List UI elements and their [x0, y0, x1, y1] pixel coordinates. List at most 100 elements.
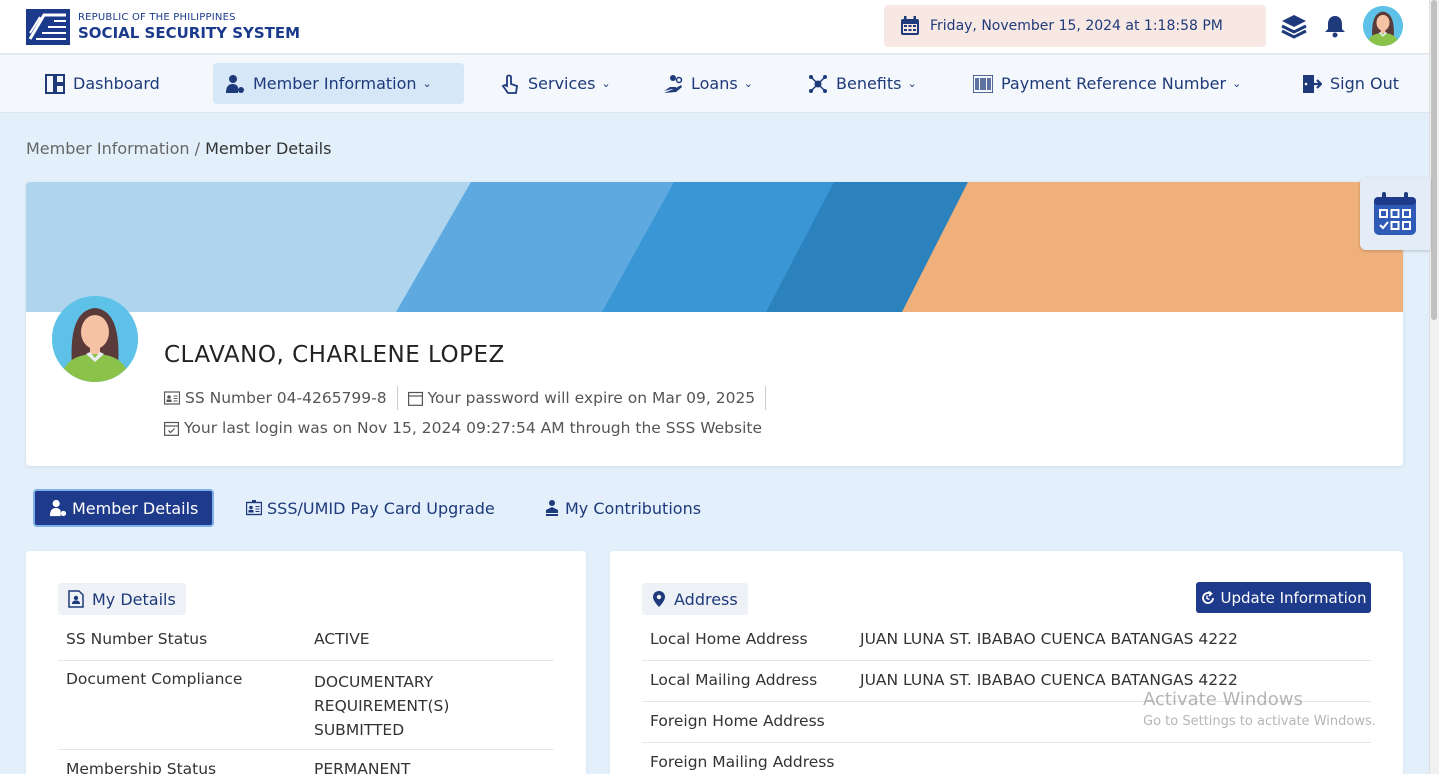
- nav-payment-reference-number[interactable]: Payment Reference Number ⌄: [961, 63, 1253, 104]
- nav-member-information[interactable]: Member Information ⌄: [213, 63, 464, 104]
- windows-activation-watermark: Activate Windows Go to Settings to activ…: [1143, 689, 1376, 729]
- address-label: Local Home Address: [650, 630, 808, 648]
- avatar-icon: [52, 296, 138, 382]
- layers-icon: [1281, 15, 1307, 39]
- main-nav: Dashboard Member Information ⌄ Services …: [0, 55, 1429, 113]
- contributions-icon: [546, 500, 558, 516]
- detail-row: SS Number Status ACTIVE: [58, 620, 554, 661]
- top-header: REPUBLIC OF THE PHILIPPINES SOCIAL SECUR…: [0, 0, 1429, 54]
- chevron-down-icon: ⌄: [907, 77, 917, 90]
- nav-member-information-label: Member Information: [253, 74, 417, 93]
- detail-value: PERMANENT: [314, 760, 411, 774]
- watermark-line2: Go to Settings to activate Windows.: [1143, 714, 1376, 729]
- refresh-icon: [1201, 590, 1214, 604]
- member-icon: [226, 74, 244, 93]
- calendar-check-icon: [164, 421, 179, 436]
- avatar-icon: [1363, 6, 1403, 46]
- calendar-widget-button[interactable]: [1360, 178, 1430, 250]
- address-label: Foreign Mailing Address: [650, 753, 835, 771]
- breadcrumb-parent[interactable]: Member Information: [26, 139, 190, 158]
- tab-contributions-label: My Contributions: [565, 498, 702, 518]
- member-icon: [49, 499, 67, 517]
- nav-dashboard-label: Dashboard: [73, 74, 160, 93]
- address-value: JUAN LUNA ST. IBABAO CUENCA BATANGAS 422…: [860, 630, 1238, 648]
- address-label: Local Mailing Address: [650, 671, 818, 689]
- password-expiry: Your password will expire on Mar 09, 202…: [427, 389, 756, 407]
- nav-sign-out[interactable]: Sign Out: [1290, 63, 1411, 104]
- document-icon: [68, 590, 84, 608]
- services-icon: [501, 74, 518, 94]
- detail-row: Document Compliance DOCUMENTARY REQUIREM…: [58, 661, 554, 750]
- logo-line2: SOCIAL SECURITY SYSTEM: [78, 24, 301, 42]
- sign-out-icon: [1303, 74, 1322, 93]
- nav-loans[interactable]: Loans ⌄: [651, 63, 765, 104]
- profile-meta-row1: SS Number 04-4265799-8 Your password wil…: [164, 386, 776, 410]
- nav-benefits[interactable]: Benefits ⌄: [796, 63, 929, 104]
- detail-value: ACTIVE: [314, 630, 370, 648]
- detail-label: Document Compliance: [66, 670, 243, 688]
- tab-my-contributions[interactable]: My Contributions: [530, 489, 715, 527]
- nav-services[interactable]: Services ⌄: [488, 63, 623, 104]
- benefits-icon: [809, 74, 827, 93]
- nav-sign-out-label: Sign Out: [1330, 74, 1399, 93]
- datetime-text: Friday, November 15, 2024 at 1:18:58 PM: [930, 18, 1223, 34]
- address-title: Address: [642, 583, 748, 615]
- update-information-label: Update Information: [1220, 588, 1367, 607]
- breadcrumb: Member Information / Member Details: [26, 139, 331, 158]
- tab-member-details-label: Member Details: [72, 498, 199, 518]
- calendar-icon: [901, 16, 919, 35]
- profile-card: CLAVANO, CHARLENE LOPEZ SS Number 04-426…: [26, 182, 1403, 466]
- member-name: CLAVANO, CHARLENE LOPEZ: [164, 342, 505, 368]
- sss-logo-icon: [26, 9, 70, 45]
- nav-dashboard[interactable]: Dashboard: [33, 63, 172, 104]
- detail-value: DOCUMENTARY REQUIREMENT(S) SUBMITTED: [314, 673, 450, 739]
- nav-services-label: Services: [528, 74, 596, 93]
- nav-prn-label: Payment Reference Number: [1001, 74, 1227, 93]
- location-pin-icon: [653, 591, 665, 607]
- layers-button[interactable]: [1280, 12, 1308, 40]
- calendar-icon: [1374, 192, 1416, 235]
- breadcrumb-current: Member Details: [205, 139, 332, 158]
- address-row: Local Home Address JUAN LUNA ST. IBABAO …: [642, 620, 1371, 661]
- watermark-line1: Activate Windows: [1143, 689, 1303, 710]
- my-details-title-label: My Details: [92, 589, 176, 609]
- profile-meta-row2: Your last login was on Nov 15, 2024 09:2…: [164, 419, 762, 437]
- chevron-down-icon: ⌄: [743, 77, 753, 90]
- ss-number: SS Number 04-4265799-8: [185, 389, 387, 407]
- address-title-label: Address: [674, 589, 738, 609]
- user-avatar[interactable]: [1363, 6, 1403, 46]
- tab-member-details[interactable]: Member Details: [33, 489, 215, 527]
- scrollbar-thumb[interactable]: [1431, 0, 1437, 320]
- nav-loans-label: Loans: [691, 74, 738, 93]
- last-login: Your last login was on Nov 15, 2024 09:2…: [184, 419, 762, 437]
- calendar-icon: [407, 391, 423, 406]
- id-card-icon: [246, 500, 262, 516]
- detail-label: SS Number Status: [66, 630, 208, 648]
- my-details-title: My Details: [58, 583, 186, 615]
- sss-logo[interactable]: REPUBLIC OF THE PHILIPPINES SOCIAL SECUR…: [26, 9, 300, 45]
- detail-row: Membership Status PERMANENT: [58, 750, 554, 774]
- logo-line1: REPUBLIC OF THE PHILIPPINES: [78, 12, 236, 23]
- tab-paycard-label: SSS/UMID Pay Card Upgrade: [267, 498, 495, 518]
- divider: [765, 386, 767, 410]
- profile-banner: [26, 182, 1403, 312]
- profile-avatar: [52, 296, 138, 382]
- detail-label: Membership Status: [66, 760, 217, 774]
- nav-benefits-label: Benefits: [836, 74, 902, 93]
- divider: [396, 386, 398, 410]
- breadcrumb-separator: /: [189, 139, 206, 158]
- address-label: Foreign Home Address: [650, 712, 825, 730]
- chevron-down-icon: ⌄: [601, 77, 611, 90]
- chevron-down-icon: ⌄: [422, 77, 432, 90]
- bell-icon: [1325, 16, 1345, 38]
- my-details-card: My Details SS Number Status ACTIVE Docum…: [26, 551, 586, 774]
- address-row: Foreign Mailing Address: [642, 743, 1371, 774]
- tab-paycard-upgrade[interactable]: SSS/UMID Pay Card Upgrade: [232, 489, 509, 527]
- id-card-icon: [164, 391, 180, 405]
- dashboard-icon: [45, 73, 65, 94]
- notifications-button[interactable]: [1321, 12, 1349, 40]
- barcode-icon: [973, 74, 993, 93]
- loans-icon: [664, 74, 683, 93]
- update-information-button[interactable]: Update Information: [1196, 582, 1371, 613]
- chevron-down-icon: ⌄: [1232, 77, 1242, 90]
